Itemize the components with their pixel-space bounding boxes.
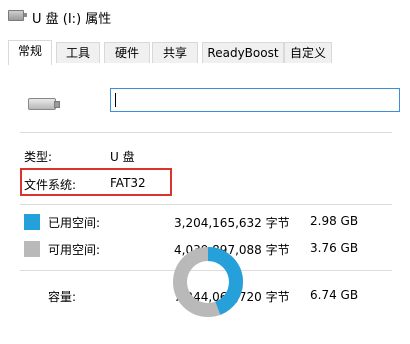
capacity-size: 6.74 GB (310, 288, 359, 302)
usb-drive-icon (8, 10, 27, 21)
free-space-swatch (24, 241, 40, 257)
used-space-size: 2.98 GB (310, 214, 359, 228)
divider (20, 132, 392, 133)
tab-readyboost[interactable]: ReadyBoost (202, 42, 284, 63)
window-title: U 盘 (I:) 属性 (32, 12, 112, 27)
divider (20, 204, 392, 205)
used-space-swatch (24, 214, 40, 230)
tab-tools[interactable]: 工具 (56, 42, 100, 63)
properties-window: U 盘 (I:) 属性 常规 工具 硬件 共享 ReadyBoost 自定义 类… (0, 0, 410, 344)
used-space-bytes: 3,204,165,632 字节 (174, 216, 290, 230)
tab-strip: 常规 工具 硬件 共享 ReadyBoost 自定义 (0, 40, 410, 65)
capacity-label: 容量: (48, 290, 77, 304)
tab-general[interactable]: 常规 (8, 40, 52, 65)
drive-name-input[interactable] (110, 88, 400, 112)
filesystem-label: 文件系统: (24, 178, 77, 192)
tab-hardware[interactable]: 硬件 (104, 42, 150, 63)
filesystem-value: FAT32 (110, 176, 146, 190)
type-value: U 盘 (110, 150, 135, 164)
used-space-label: 已用空间: (48, 216, 101, 230)
title-bar[interactable]: U 盘 (I:) 属性 (0, 0, 410, 32)
usb-drive-icon (28, 98, 60, 110)
free-space-size: 3.76 GB (310, 241, 359, 255)
text-caret (115, 93, 116, 107)
type-label: 类型: (24, 150, 53, 164)
tab-customize[interactable]: 自定义 (284, 42, 332, 63)
disk-usage-donut (173, 247, 243, 317)
free-space-label: 可用空间: (48, 243, 101, 257)
tab-sharing[interactable]: 共享 (152, 42, 198, 63)
